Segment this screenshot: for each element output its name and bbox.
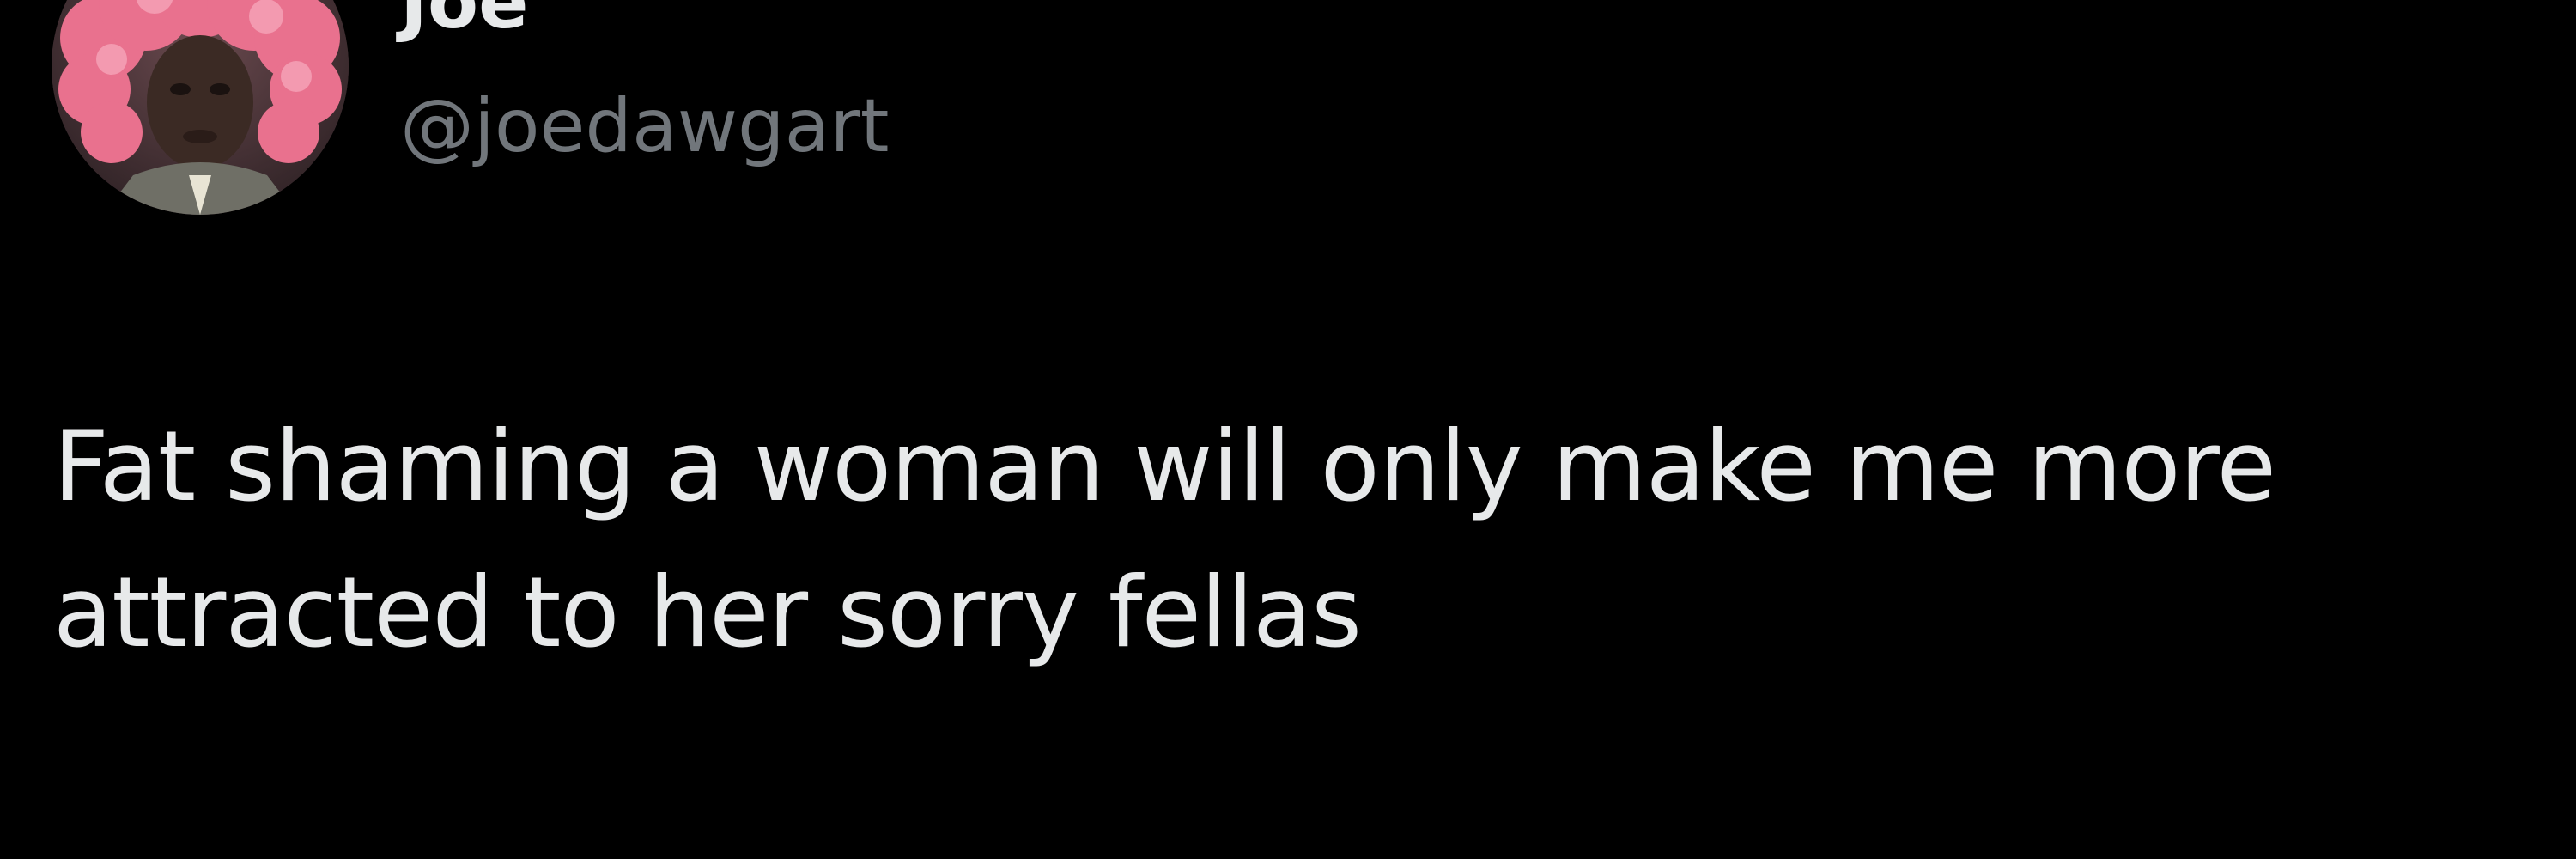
tweet-card: Joe @joedawgart Fat shaming a woman will… (0, 0, 2576, 859)
avatar-photo-icon (52, 0, 349, 215)
avatar[interactable] (52, 0, 349, 215)
author-display-name[interactable]: Joe (400, 0, 528, 40)
tweet-text-line: Fat shaming a woman will only make me mo… (53, 410, 2276, 523)
tweet-text-line: attracted to her sorry fellas (53, 556, 1362, 669)
tweet-text: Fat shaming a woman will only make me mo… (53, 393, 2509, 685)
author-handle[interactable]: @joedawgart (400, 79, 889, 174)
